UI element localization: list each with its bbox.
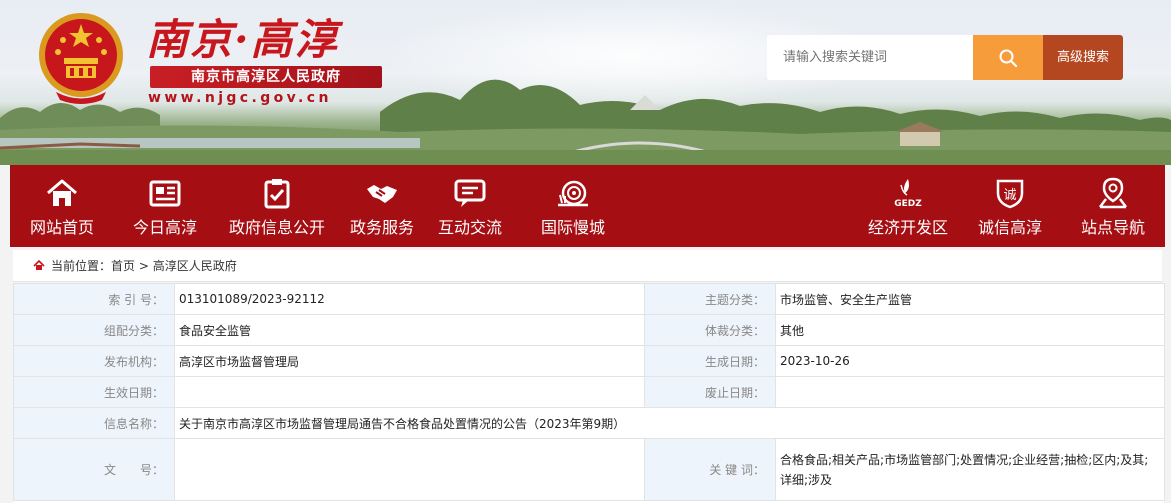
info-name-value: 关于南京市高淳区市场监督管理局通告不合格食品处置情况的公告（2023年第9期） <box>174 407 1165 439</box>
main-nav: 网站首页 今日高淳 政府信息公开 政务服务 互动交流 国际慢城 GEDZ 经济开… <box>10 165 1165 247</box>
nav-label: 站点导航 <box>1080 218 1145 237</box>
table-row: 发布机构： 高淳区市场监督管理局 生成日期： 2023-10-26 <box>13 345 1165 377</box>
created-date-label: 生成日期： <box>644 345 776 377</box>
topic-value: 市场监管、安全生产监管 <box>775 283 1165 315</box>
keywords-label: 关 键 词： <box>644 438 776 501</box>
advanced-search-button[interactable]: 高级搜索 <box>1043 35 1123 80</box>
national-emblem-icon <box>39 13 123 104</box>
integrity-logo-text: 诚 <box>1003 188 1016 203</box>
integrity-shield-icon: 诚 <box>996 179 1024 209</box>
header-banner: 南京·高淳 南京市高淳区人民政府 www.njgc.gov.cn 高级搜索 <box>0 0 1171 165</box>
site-title: 南京·高淳 <box>146 15 339 64</box>
topic-label: 主题分类： <box>644 283 776 315</box>
breadcrumb-current[interactable]: 高淳区人民政府 <box>153 259 237 273</box>
table-row: 生效日期： 废止日期： <box>13 376 1165 408</box>
handshake-icon <box>367 185 397 203</box>
breadcrumb-prefix: 当前位置： <box>51 259 112 273</box>
keywords-value: 合格食品;相关产品;市场监管部门;处置情况;企业经营;抽检;区内;及其;详细;涉… <box>775 438 1165 501</box>
newspaper-icon <box>149 180 181 207</box>
clipboard-check-icon <box>264 179 290 209</box>
publisher-label: 发布机构： <box>13 345 175 377</box>
nav-label: 互动交流 <box>437 218 502 237</box>
effective-date-value <box>174 376 645 408</box>
nav-label: 诚信高淳 <box>977 218 1042 237</box>
nav-label: 经济开发区 <box>867 218 948 237</box>
info-name-label: 信息名称： <box>13 407 175 439</box>
nav-item-gov-info[interactable]: 政府信息公开 <box>212 165 342 247</box>
search-icon <box>999 49 1018 67</box>
table-row: 文 号： 关 键 词： 合格食品;相关产品;市场监管部门;处置情况;企业经营;抽… <box>13 438 1165 501</box>
breadcrumb-home-icon <box>33 260 45 270</box>
category-value: 食品安全监管 <box>174 314 645 346</box>
publisher-value: 高淳区市场监督管理局 <box>174 345 645 377</box>
abolished-date-label: 废止日期： <box>644 376 776 408</box>
chat-icon <box>454 179 486 207</box>
effective-date-label: 生效日期： <box>13 376 175 408</box>
site-url[interactable]: www.njgc.gov.cn <box>148 90 332 106</box>
search-button[interactable] <box>973 35 1043 80</box>
index-label: 索 引 号： <box>13 283 175 315</box>
gedz-logo-icon: GEDZ <box>894 179 922 209</box>
site-subtitle: 南京市高淳区人民政府 <box>150 66 382 88</box>
table-row: 索 引 号： 013101089/2023-92112 主题分类： 市场监管、安… <box>13 283 1165 315</box>
search-input[interactable] <box>767 35 973 80</box>
created-date-value: 2023-10-26 <box>775 345 1165 377</box>
gedz-logo-text: GEDZ <box>894 199 922 209</box>
nav-item-today[interactable]: 今日高淳 <box>110 165 220 247</box>
breadcrumb-separator: > <box>138 259 149 273</box>
breadcrumb-home-link[interactable]: 首页 <box>111 259 135 273</box>
table-row: 组配分类： 食品安全监管 体裁分类： 其他 <box>13 314 1165 346</box>
table-row: 信息名称： 关于南京市高淳区市场监督管理局通告不合格食品处置情况的公告（2023… <box>13 407 1165 439</box>
nav-item-sitemap[interactable]: 站点导航 <box>1058 165 1168 247</box>
nav-label: 政府信息公开 <box>228 218 325 237</box>
nav-label: 网站首页 <box>29 218 94 237</box>
nav-label: 今日高淳 <box>132 218 197 237</box>
genre-label: 体裁分类： <box>644 314 776 346</box>
nav-item-dev-zone[interactable]: GEDZ 经济开发区 <box>853 165 963 247</box>
info-table: 索 引 号： 013101089/2023-92112 主题分类： 市场监管、安… <box>13 283 1165 503</box>
index-value: 013101089/2023-92112 <box>174 283 645 315</box>
nav-item-interact[interactable]: 互动交流 <box>415 165 525 247</box>
search-box <box>767 35 973 80</box>
abolished-date-value <box>775 376 1165 408</box>
page: 南京·高淳 南京市高淳区人民政府 www.njgc.gov.cn 高级搜索 网站… <box>0 0 1171 503</box>
genre-value: 其他 <box>775 314 1165 346</box>
doc-number-value <box>174 438 645 501</box>
nav-item-integrity[interactable]: 诚 诚信高淳 <box>955 165 1065 247</box>
nav-item-cittaslow[interactable]: 国际慢城 <box>518 165 628 247</box>
home-icon <box>47 179 77 206</box>
snail-icon <box>558 180 588 207</box>
doc-number-label: 文 号： <box>13 438 175 501</box>
nav-item-home[interactable]: 网站首页 <box>7 165 117 247</box>
breadcrumb: 当前位置：首页 > 高淳区人民政府 <box>13 250 1162 282</box>
category-label: 组配分类： <box>13 314 175 346</box>
location-pin-icon <box>1099 177 1127 209</box>
nav-label: 国际慢城 <box>540 218 605 237</box>
